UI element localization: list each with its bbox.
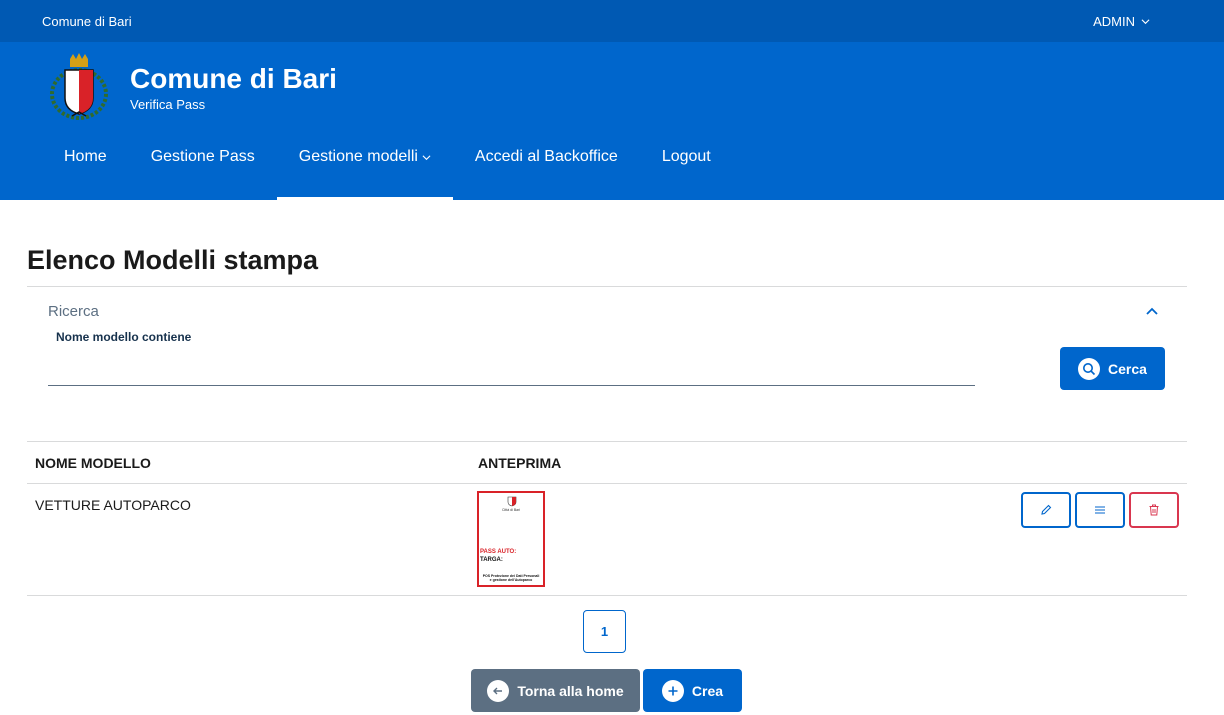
nav-backoffice[interactable]: Accedi al Backoffice [453,132,640,200]
preview-targa-label: TARGA: [480,557,503,563]
table-bottom-border [27,595,1187,596]
nav-label: Gestione modelli [298,148,418,165]
plus-icon [661,679,684,702]
pencil-icon [1041,504,1052,515]
column-header-preview: ANTEPRIMA [478,455,562,471]
divider [27,286,1187,287]
nav-label: Home [64,148,107,165]
model-preview-thumbnail[interactable]: Città di Bari PASS AUTO: TARGA: POS Prot… [477,491,545,587]
preview-pass-label: PASS AUTO: [480,549,517,555]
slim-brand[interactable]: Comune di Bari [42,14,132,29]
slim-header: Comune di Bari ADMIN [0,0,1224,42]
preview-footer: POS Protezione dei Dati Personali e gest… [479,574,543,582]
search-icon [1078,357,1101,380]
site-tagline: Verifica Pass [130,96,206,112]
site-title[interactable]: Comune di Bari [130,63,337,95]
search-input[interactable] [48,352,975,386]
center-header: Comune di Bari Verifica Pass [0,42,1224,132]
nav-logout[interactable]: Logout [640,132,733,200]
back-home-button[interactable]: Torna alla home [471,669,640,712]
nav-gestione-pass[interactable]: Gestione Pass [129,132,277,200]
search-section-label: Ricerca [48,303,99,320]
page-title: Elenco Modelli stampa [27,245,319,275]
details-button[interactable] [1075,492,1125,528]
table-header-border [27,483,1187,484]
model-name: VETTURE AUTOPARCO [35,497,191,513]
chevron-down-icon [1141,18,1150,24]
delete-button[interactable] [1129,492,1179,528]
user-name: ADMIN [1093,13,1135,29]
trash-icon [1149,504,1159,516]
search-button[interactable]: Cerca [1060,347,1165,390]
preview-city: Città di Bari [501,508,521,512]
nav-label: Accedi al Backoffice [474,148,618,165]
nav-label: Logout [661,148,711,165]
coat-of-arms-logo[interactable] [48,52,110,122]
nav-home[interactable]: Home [42,132,129,200]
list-icon [1095,506,1105,514]
nav-gestione-modelli[interactable]: Gestione modelli [276,132,454,200]
chevron-up-icon[interactable] [1145,304,1159,318]
user-menu[interactable]: ADMIN [1093,14,1150,29]
coat-of-arms-icon [507,496,517,507]
pagination-page-1[interactable]: 1 [583,610,626,653]
back-home-label: Torna alla home [517,682,624,699]
search-field-label: Nome modello contiene [56,330,192,344]
table-top-border [27,441,1187,442]
create-label: Crea [691,682,724,699]
main-navbar: Home Gestione Pass Gestione modelli Acce… [0,132,1224,200]
search-button-label: Cerca [1108,360,1147,377]
preview-footer-line: e gestione dell'Autoparco [489,578,533,582]
create-button[interactable]: Crea [643,669,742,712]
nav-label: Gestione Pass [150,148,255,165]
arrow-left-icon [487,679,510,702]
edit-button[interactable] [1021,492,1071,528]
chevron-down-icon [422,154,431,160]
column-header-name: NOME MODELLO [35,455,151,471]
